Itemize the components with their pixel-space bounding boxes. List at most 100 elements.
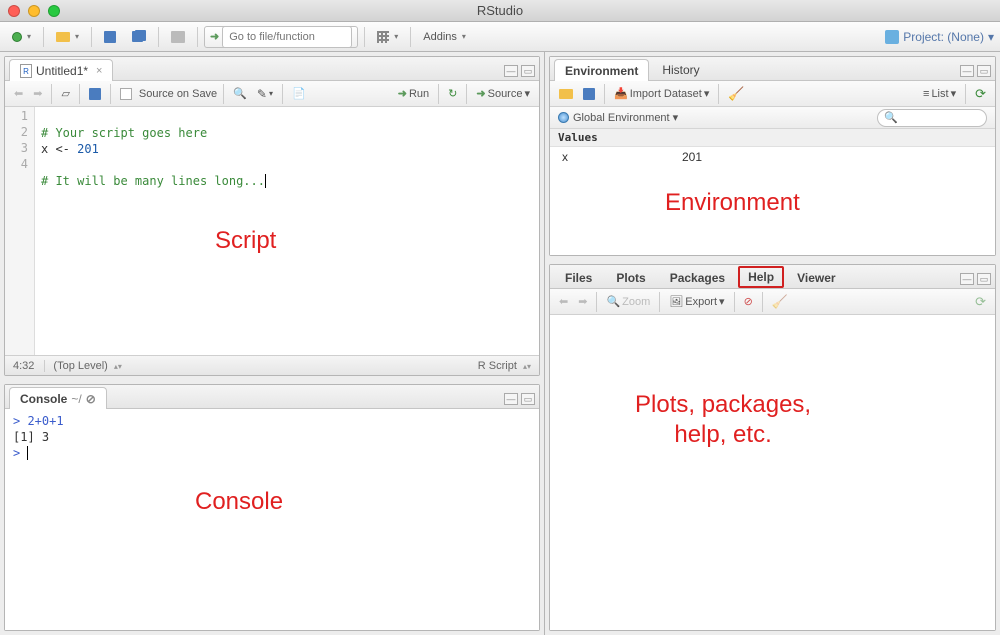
annotation-plots: Plots, packages, help, etc.: [635, 390, 811, 450]
env-section-header: Values: [550, 129, 995, 147]
addins-label: Addins: [423, 31, 457, 43]
import-dataset-button[interactable]: 📥 Import Dataset▾: [611, 87, 712, 100]
find-button[interactable]: 🔍: [230, 87, 250, 100]
goto-input[interactable]: [222, 26, 352, 48]
tab-files[interactable]: Files: [554, 266, 603, 288]
source-on-save-label: Source on Save: [139, 88, 217, 100]
minimize-pane-icon[interactable]: —: [504, 393, 518, 405]
goto-file-function[interactable]: ➜: [204, 26, 358, 48]
compile-report-button[interactable]: 📄: [289, 87, 309, 100]
refresh-button[interactable]: ⟳: [972, 86, 989, 102]
plus-icon: [12, 32, 22, 42]
r-file-icon: R: [20, 64, 32, 78]
maximize-pane-icon[interactable]: ▭: [521, 393, 535, 405]
env-var-name: x: [562, 150, 682, 164]
forward-button[interactable]: ➡: [30, 87, 45, 100]
console-tab[interactable]: Console ~/ ⊘: [9, 387, 107, 409]
plot-forward-button[interactable]: ➡: [575, 295, 590, 308]
console-popout-icon[interactable]: ⊘: [86, 392, 96, 406]
env-var-value: 201: [682, 150, 702, 164]
source-on-save-checkbox[interactable]: [117, 88, 135, 100]
maximize-pane-icon[interactable]: ▭: [977, 273, 991, 285]
cursor-position: 4:32: [13, 360, 34, 372]
pane-window-controls: — ▭: [504, 65, 535, 80]
workspace-panes-button[interactable]: ▾: [371, 26, 404, 48]
console-prompt: >: [13, 446, 27, 460]
print-icon: [171, 31, 185, 43]
tab-help[interactable]: Help: [738, 266, 784, 288]
grid-icon: [377, 31, 389, 43]
window-title: RStudio: [0, 3, 1000, 18]
maximize-pane-icon[interactable]: ▭: [521, 65, 535, 77]
env-search-input[interactable]: 🔍: [877, 109, 987, 127]
tab-plots[interactable]: Plots: [605, 266, 656, 288]
back-button[interactable]: ⬅: [11, 87, 26, 100]
save-workspace-button[interactable]: [580, 88, 598, 100]
code-tools-button[interactable]: ✎▾: [254, 87, 276, 101]
run-icon: ➜: [398, 87, 407, 100]
tab-viewer[interactable]: Viewer: [786, 266, 846, 288]
annotation-script: Script: [215, 227, 276, 255]
new-file-button[interactable]: ▾: [6, 26, 37, 48]
line-gutter: 1 2 3 4: [5, 107, 35, 355]
project-label: Project: (None): [903, 30, 984, 44]
main-toolbar: ▾ ▾ ➜ ▾ Addins ▾ Project: (None) ▾: [0, 22, 1000, 52]
close-tab-icon[interactable]: ×: [96, 65, 102, 77]
checkbox-icon: [120, 88, 132, 100]
tab-environment[interactable]: Environment: [554, 59, 649, 81]
save-button[interactable]: [98, 26, 122, 48]
save-script-button[interactable]: [86, 88, 104, 100]
project-icon: [885, 30, 899, 44]
console-output: [1] 3: [13, 429, 531, 445]
language-selector[interactable]: R Script ▴▾: [478, 360, 531, 372]
source-button[interactable]: ➜ Source▾: [473, 87, 533, 100]
addins-button[interactable]: Addins ▾: [417, 26, 472, 48]
console-pane: Console ~/ ⊘ — ▭ > 2+0+1 [1] 3 > Console: [4, 384, 540, 631]
env-row[interactable]: x 201: [550, 147, 995, 167]
disk-icon: [104, 31, 116, 43]
load-workspace-button[interactable]: [556, 89, 576, 99]
clear-workspace-button[interactable]: 🧹: [725, 86, 747, 102]
code-line: # It will be many lines long...: [41, 174, 273, 188]
export-button[interactable]: 🖼 Export▾: [666, 295, 727, 308]
disks-icon: [132, 31, 146, 43]
console-input: 2+0+1: [27, 414, 63, 428]
minimize-pane-icon[interactable]: —: [960, 65, 974, 77]
script-pane: R Untitled1* × — ▭ ⬅ ➡ ▱ Source on Save: [4, 56, 540, 376]
tab-history[interactable]: History: [651, 58, 710, 80]
disk-icon: [583, 88, 595, 100]
scope-selector[interactable]: (Top Level) ▴▾: [44, 360, 122, 372]
zoom-button[interactable]: 🔍 Zoom: [603, 295, 653, 308]
minimize-pane-icon[interactable]: —: [960, 273, 974, 285]
editor-statusbar: 4:32 (Top Level) ▴▾ R Script ▴▾: [5, 355, 539, 375]
rerun-button[interactable]: ↻: [445, 87, 460, 100]
environment-pane: Environment History — ▭ 📥 Import Dataset…: [549, 56, 996, 256]
source-icon: ➜: [476, 87, 485, 100]
code-editor[interactable]: 1 2 3 4 # Your script goes here x <- 201…: [5, 107, 539, 355]
minimize-pane-icon[interactable]: —: [504, 65, 518, 77]
environment-scope[interactable]: Global Environment ▾: [573, 111, 678, 124]
console-prompt: >: [13, 414, 27, 428]
script-tab[interactable]: R Untitled1* ×: [9, 59, 113, 81]
folder-icon: [56, 32, 70, 42]
maximize-pane-icon[interactable]: ▭: [977, 65, 991, 77]
refresh-plots-button[interactable]: ⟳: [972, 294, 989, 310]
annotation-console: Console: [195, 494, 283, 510]
open-file-button[interactable]: ▾: [50, 26, 85, 48]
project-menu[interactable]: Project: (None) ▾: [885, 30, 994, 44]
print-button[interactable]: [165, 26, 191, 48]
list-view-button[interactable]: ≡ List▾: [920, 87, 959, 100]
save-all-button[interactable]: [126, 26, 152, 48]
console-body[interactable]: > 2+0+1 [1] 3 > Console: [5, 409, 539, 630]
code-line: # Your script goes here: [41, 126, 207, 140]
show-in-new-window-button[interactable]: ▱: [58, 87, 72, 100]
titlebar: RStudio: [0, 0, 1000, 22]
globe-icon: [558, 112, 569, 123]
clear-plots-button[interactable]: 🧹: [769, 294, 791, 310]
tab-packages[interactable]: Packages: [659, 266, 736, 288]
arrow-right-icon: ➜: [210, 30, 219, 43]
run-button[interactable]: ➜ Run: [395, 87, 432, 100]
annotation-environment: Environment: [665, 189, 800, 217]
plot-back-button[interactable]: ⬅: [556, 295, 571, 308]
remove-plot-button[interactable]: ⊘: [741, 295, 756, 308]
